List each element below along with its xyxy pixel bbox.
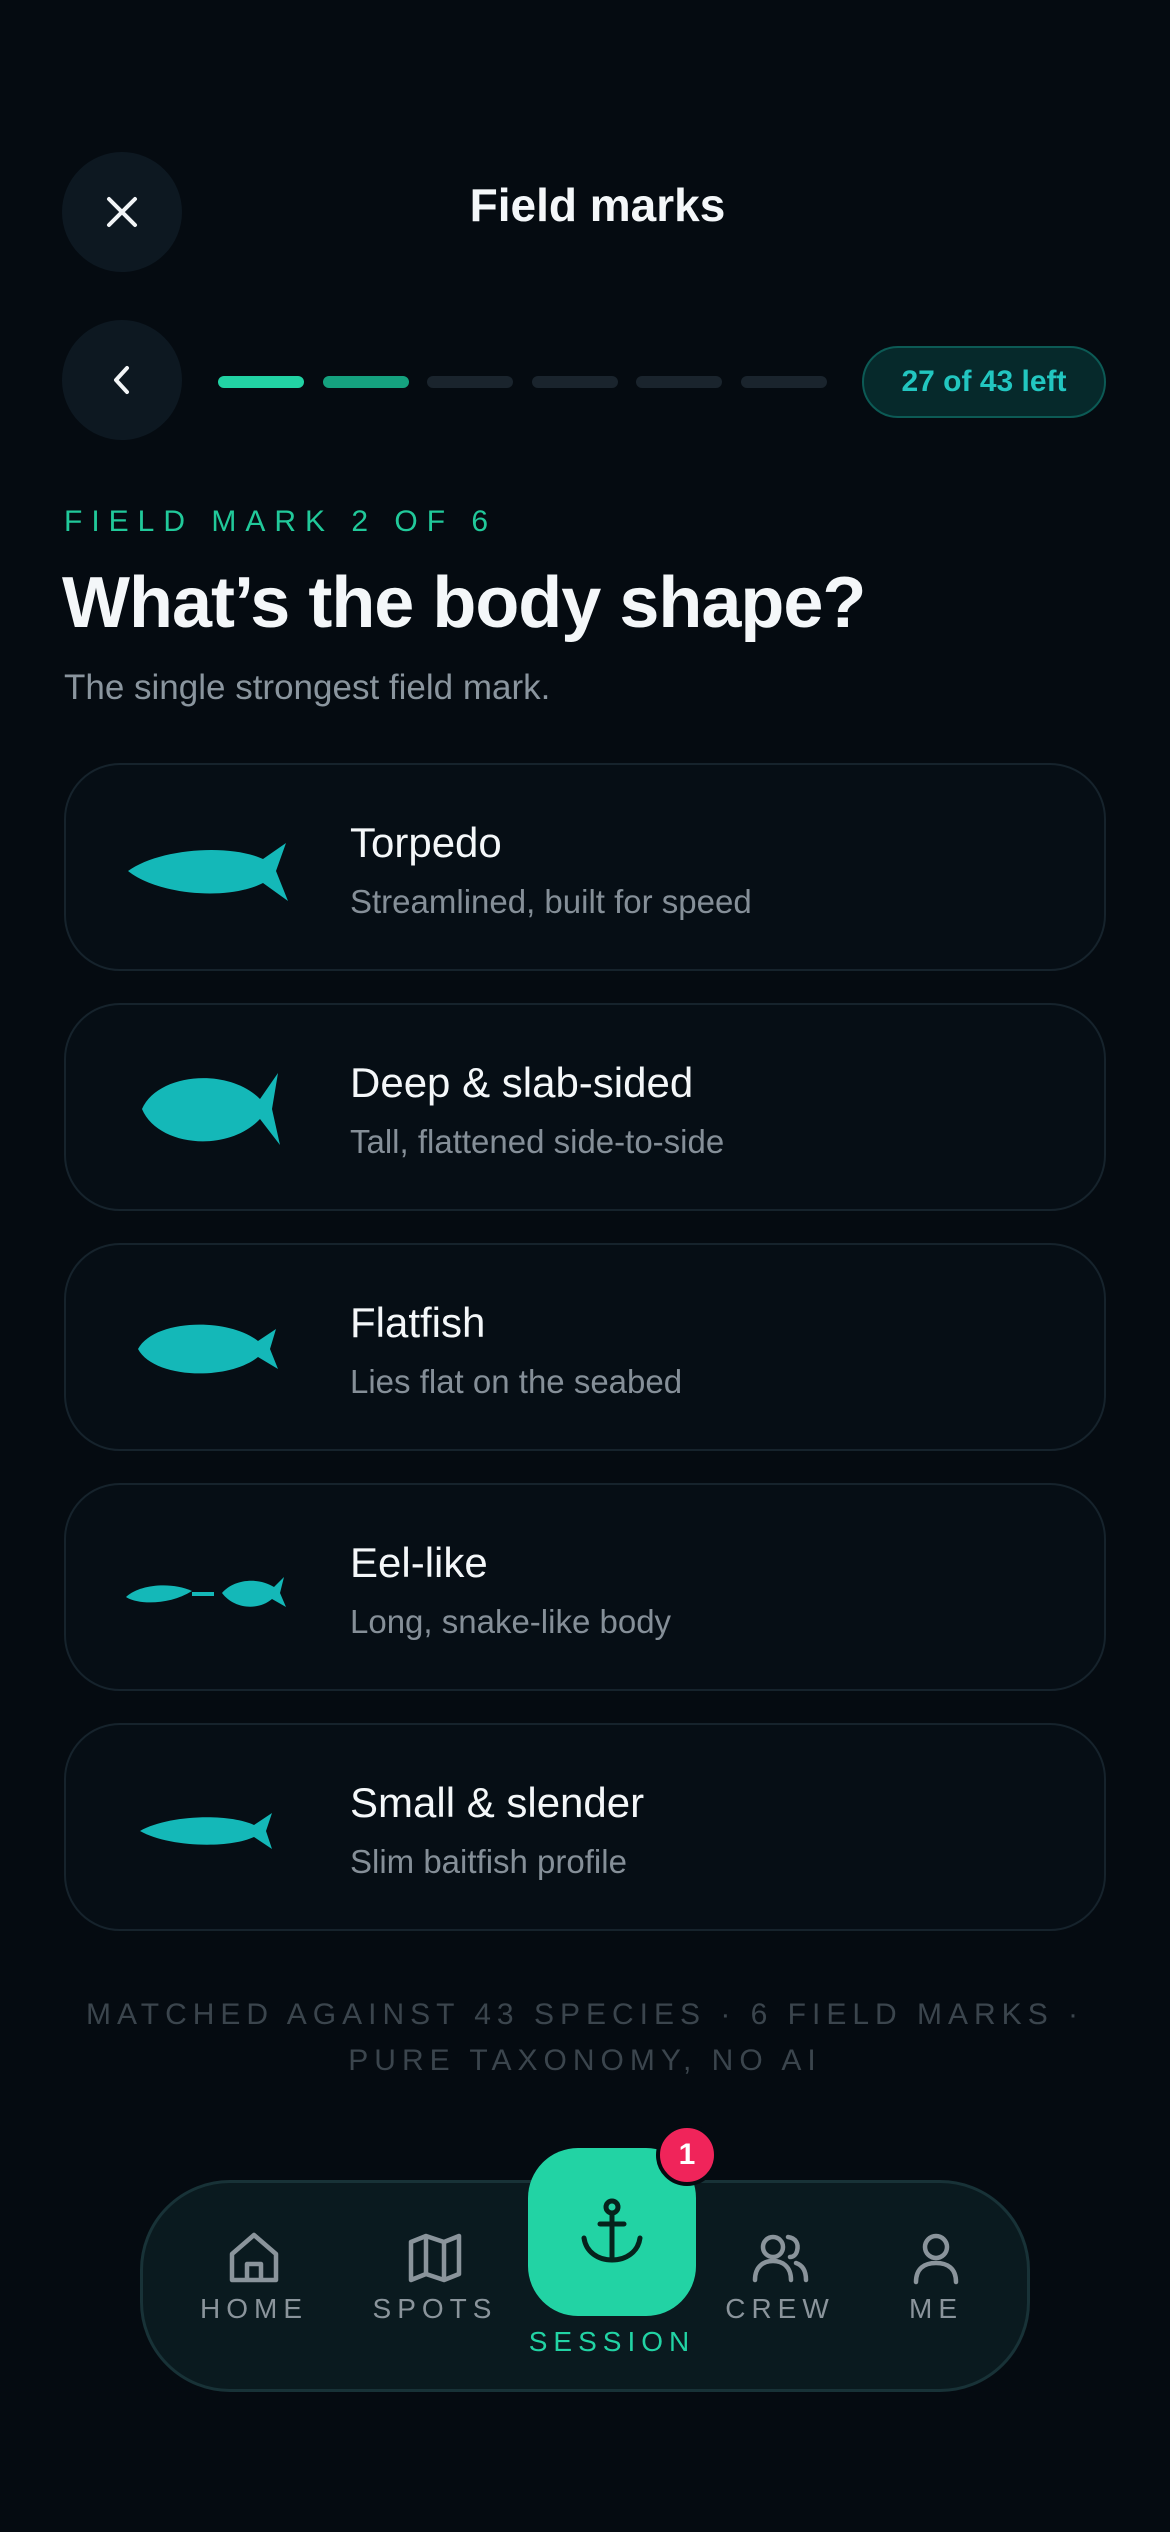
footnote-line-2: PURE TAXONOMY, NO AI — [348, 2044, 822, 2077]
slender-fish-icon — [140, 1813, 272, 1849]
option-flatfish[interactable]: Flatfish Lies flat on the seabed — [64, 1243, 1106, 1451]
nav-label: SPOTS — [372, 2293, 498, 2324]
option-label: Flatfish — [350, 1299, 486, 1346]
remaining-badge: 27 of 43 left — [862, 346, 1106, 418]
nav-home[interactable]: HOME — [196, 2228, 312, 2325]
option-label: Deep & slab-sided — [350, 1059, 694, 1106]
deep-fish-icon — [142, 1073, 280, 1145]
option-description: Streamlined, built for speed — [350, 883, 752, 920]
home-icon — [229, 2232, 279, 2283]
nav-label: ME — [909, 2293, 963, 2324]
progress-segment-4 — [532, 376, 618, 388]
user-icon — [913, 2233, 959, 2285]
option-description: Long, snake-like body — [350, 1603, 672, 1640]
nav-label: SESSION — [528, 2326, 696, 2357]
nav-crew[interactable]: CREW — [724, 2228, 836, 2325]
users-icon — [752, 2234, 809, 2283]
step-eyebrow: FIELD MARK 2 OF 6 — [64, 505, 498, 538]
option-eel-like[interactable]: Eel-like Long, snake-like body — [64, 1483, 1106, 1691]
nav-session-label-wrap[interactable]: SESSION — [520, 2326, 704, 2358]
nav-spots[interactable]: SPOTS — [370, 2228, 500, 2325]
option-label: Small & slender — [350, 1779, 645, 1826]
chevron-left-icon — [114, 366, 129, 394]
progress-segment-1 — [218, 376, 304, 388]
matching-footnote: MATCHED AGAINST 43 SPECIES · 6 FIELD MAR… — [60, 1992, 1110, 2084]
back-button[interactable] — [62, 320, 182, 440]
question-subtitle: The single strongest field mark. — [64, 668, 551, 707]
option-label: Torpedo — [350, 819, 502, 866]
progress-segment-3 — [427, 376, 513, 388]
option-deep-slab-sided[interactable]: Deep & slab-sided Tall, flattened side-t… — [64, 1003, 1106, 1211]
option-small-slender[interactable]: Small & slender Slim baitfish profile — [64, 1723, 1106, 1931]
torpedo-fish-icon — [128, 843, 288, 901]
session-notification-badge: 1 — [656, 2124, 718, 2186]
progress-segment-6 — [741, 376, 827, 388]
option-label: Eel-like — [350, 1539, 488, 1586]
question-title: What’s the body shape? — [62, 563, 866, 643]
eel-icon — [126, 1577, 286, 1607]
option-description: Slim baitfish profile — [350, 1843, 627, 1880]
nav-me[interactable]: ME — [896, 2228, 976, 2325]
option-description: Lies flat on the seabed — [350, 1363, 683, 1400]
nav-label: HOME — [200, 2293, 308, 2324]
flatfish-icon — [138, 1324, 278, 1374]
option-torpedo[interactable]: Torpedo Streamlined, built for speed — [64, 763, 1106, 971]
map-icon — [408, 2233, 462, 2283]
footnote-line-1: MATCHED AGAINST 43 SPECIES · 6 FIELD MAR… — [85, 1998, 1085, 2031]
progress-segment-2 — [323, 376, 409, 388]
option-description: Tall, flattened side-to-side — [350, 1123, 725, 1160]
nav-label: CREW — [725, 2293, 835, 2324]
progress-segment-5 — [636, 376, 722, 388]
page-title: Field marks — [469, 179, 726, 231]
anchor-icon — [581, 2198, 643, 2263]
